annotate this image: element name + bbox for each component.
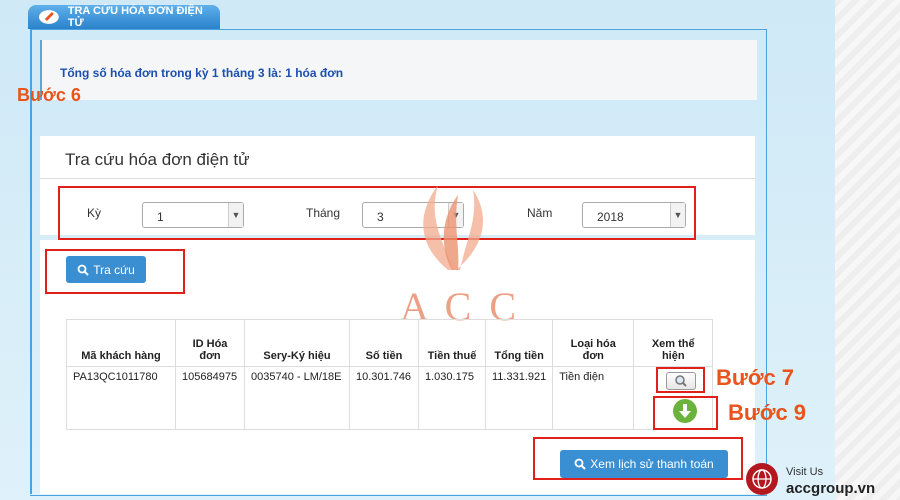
highlight-history — [533, 437, 743, 480]
highlight-view — [656, 367, 705, 393]
tab-title: TRA CỨU HÓA ĐƠN ĐIỆN TỬ — [67, 5, 203, 29]
table-cell: 10.301.746 — [349, 366, 419, 430]
invoice-table: Mã khách hàng ID Hóa đơn Sery-Ký hiệu Số… — [66, 319, 714, 430]
col-header: Số tiền — [349, 319, 419, 367]
col-header: Loại hóa đơn — [552, 319, 635, 367]
table-cell: Tiền điện — [552, 366, 635, 430]
highlight-download — [653, 396, 718, 430]
site-link[interactable]: accgroup.vn — [786, 480, 875, 497]
col-header: ID Hóa đơn — [175, 319, 245, 367]
col-header: Sery-Ký hiệu — [244, 319, 350, 367]
table-cell: 105684975 — [175, 366, 245, 430]
highlight-search — [45, 249, 185, 294]
summary-box: Tổng số hóa đơn trong kỳ 1 tháng 3 là: 1… — [40, 40, 757, 100]
visit-label: Visit Us — [786, 466, 824, 478]
summary-text: Tổng số hóa đơn trong kỳ 1 tháng 3 là: 1… — [60, 66, 344, 80]
table-cell: 11.331.921 — [484, 366, 554, 430]
table-cell: 0035740 - LM/18E — [244, 366, 350, 430]
panel-title: Tra cứu hóa đơn điện tử — [65, 150, 250, 169]
side-texture — [835, 0, 900, 500]
step-6-label: Bước 6 — [17, 85, 81, 105]
col-header: Tổng tiền — [484, 319, 554, 367]
step-9-label: Bước 9 — [728, 400, 807, 425]
edit-doc-icon — [38, 10, 59, 24]
col-header: Tiền thuế — [418, 319, 486, 367]
globe-icon — [746, 463, 778, 495]
step-7-label: Bước 7 — [716, 365, 795, 390]
table-cell: 1.030.175 — [418, 366, 486, 430]
module-tab[interactable]: TRA CỨU HÓA ĐƠN ĐIỆN TỬ — [28, 5, 220, 29]
col-header: Xem thể hiện — [633, 319, 714, 367]
col-header: Mã khách hàng — [66, 319, 176, 367]
table-cell: PA13QC1011780 — [66, 366, 176, 430]
table-row: PA13QC1011780 105684975 0035740 - LM/18E… — [66, 366, 714, 430]
highlight-filters — [58, 186, 696, 240]
